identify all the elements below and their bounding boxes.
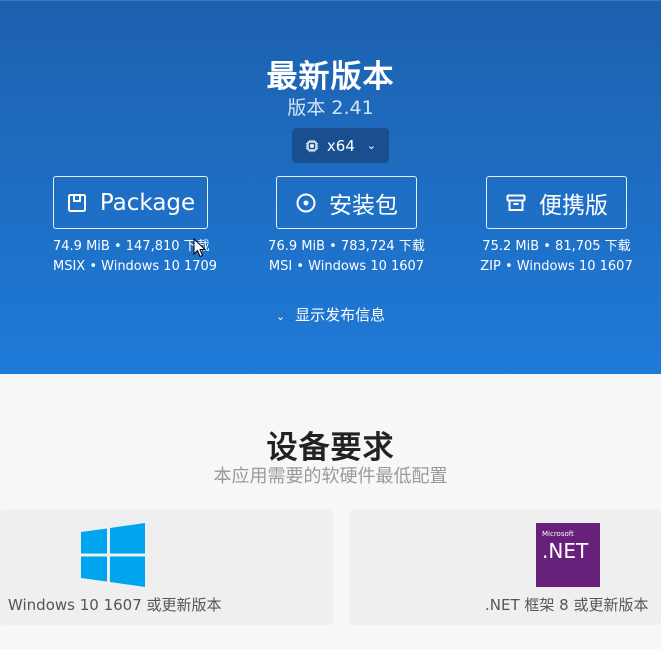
mouse-cursor-icon	[193, 238, 207, 258]
dotnet-requirement-label: .NET 框架 8 或更新版本	[485, 596, 649, 614]
windows-requirement-label: Windows 10 1607 或更新版本	[8, 596, 222, 614]
package-button-label: Package	[99, 189, 196, 216]
release-notes-label: 显示发布信息	[295, 306, 386, 324]
requirements-title: 设备要求	[266, 430, 395, 466]
dotnet-logo-microsoft: Microsoft	[542, 530, 574, 538]
portable-format-requirement: ZIP • Windows 10 1607	[480, 259, 633, 274]
dotnet-logo-text: .NET	[542, 539, 589, 563]
installer-size-downloads: 76.9 MiB • 783,724 下载	[268, 239, 425, 254]
hero-section: 最新版本 版本 2.41 x64 ⌄ Package 74.9 MiB • 14…	[0, 0, 661, 374]
installer-button-label: 安装包	[329, 192, 398, 219]
requirements-subtitle: 本应用需要的软硬件最低配置	[213, 466, 448, 487]
chevron-down-icon: ⌄	[275, 310, 286, 323]
installer-format-requirement: MSI • Windows 10 1607	[268, 259, 425, 274]
chevron-down-icon: ⌄	[366, 139, 377, 152]
archive-icon	[506, 194, 526, 211]
portable-size-downloads: 75.2 MiB • 81,705 下载	[482, 239, 631, 254]
disc-icon	[296, 193, 316, 212]
architecture-value: x64	[326, 136, 355, 155]
windows-logo-icon	[81, 523, 145, 587]
latest-version-title: 最新版本	[266, 59, 395, 95]
dotnet-logo-icon: Microsoft .NET	[536, 523, 600, 587]
installer-download-button[interactable]: 安装包	[276, 176, 417, 229]
architecture-select[interactable]: x64 ⌄	[292, 128, 389, 163]
portable-download-button[interactable]: 便携版	[486, 176, 627, 229]
show-release-notes-toggle[interactable]: ⌄ 显示发布信息	[0, 304, 661, 325]
package-format-requirement: MSIX • Windows 10 1709	[53, 259, 218, 274]
package-download-button[interactable]: Package	[53, 176, 208, 229]
version-number: 版本 2.41	[287, 97, 374, 119]
package-icon	[67, 193, 86, 212]
cpu-chip-icon	[305, 139, 319, 152]
package-size-downloads: 74.9 MiB • 147,810 下载	[53, 239, 210, 254]
portable-button-label: 便携版	[539, 192, 608, 219]
